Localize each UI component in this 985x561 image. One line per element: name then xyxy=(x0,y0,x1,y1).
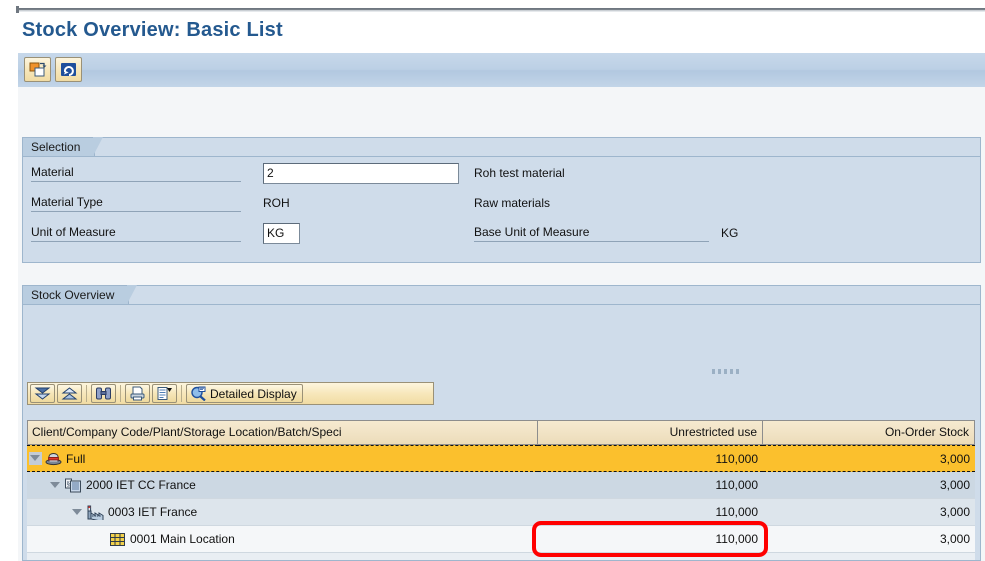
cell-unrestricted-use: 110,000 xyxy=(538,499,763,526)
expander-icon[interactable] xyxy=(71,506,84,519)
print-button[interactable] xyxy=(125,384,150,403)
expand-all-button[interactable] xyxy=(30,384,55,403)
cell-on-order-stock: 3,000 xyxy=(763,472,975,499)
find-button[interactable] xyxy=(91,384,116,403)
column-header-unrestricted-use[interactable]: Unrestricted use xyxy=(538,420,763,445)
page-title: Stock Overview: Basic List xyxy=(22,19,283,41)
refresh-icon xyxy=(60,62,76,76)
cell-hierarchy: Full xyxy=(27,445,538,472)
print-variant-button[interactable] xyxy=(152,384,177,403)
company-code-icon: § xyxy=(65,478,82,493)
stock-overview-legend: Stock Overview xyxy=(22,285,138,304)
plant-icon xyxy=(87,505,104,520)
cell-hierarchy: 0001 Main Location xyxy=(27,526,538,553)
selection-legend: Selection xyxy=(22,137,104,156)
material-type-value: ROH xyxy=(263,196,290,210)
detailed-display-button[interactable]: Detailed Display xyxy=(186,384,303,403)
list-with-arrow-icon xyxy=(157,387,172,400)
table-row[interactable]: 0003 IET France 110,000 3,000 xyxy=(27,499,975,526)
cell-hierarchy: 0003 IET France xyxy=(27,499,538,526)
magnifier-detail-icon xyxy=(191,386,206,401)
printer-icon xyxy=(130,386,145,401)
full-stock-icon xyxy=(45,451,62,466)
cell-on-order-stock xyxy=(763,553,975,560)
collapse-all-button[interactable] xyxy=(57,384,82,403)
unit-of-measure-input[interactable]: KG xyxy=(263,223,300,244)
cell-on-order-stock: 3,000 xyxy=(763,526,975,553)
material-type-label: Material Type xyxy=(31,194,241,212)
unit-of-measure-label: Unit of Measure xyxy=(31,224,241,242)
application-toolbar xyxy=(18,53,985,88)
column-header-on-order-stock[interactable]: On-Order Stock xyxy=(763,420,975,445)
toolbar-separator xyxy=(181,385,182,402)
cell-hierarchy xyxy=(27,553,538,560)
alv-grid-toolbar: Detailed Display xyxy=(27,382,434,405)
expander-icon[interactable] xyxy=(29,452,42,465)
header-separator xyxy=(16,6,985,13)
cell-unrestricted-use xyxy=(538,553,763,560)
expander-icon[interactable] xyxy=(49,479,62,492)
row-label: Full xyxy=(66,451,86,466)
base-unit-of-measure-label: Base Unit of Measure xyxy=(474,224,709,242)
material-input[interactable]: 2 xyxy=(263,163,459,184)
storage-location-icon xyxy=(109,532,126,547)
cell-unrestricted-use: 110,000 xyxy=(538,526,763,553)
cell-on-order-stock: 3,000 xyxy=(763,499,975,526)
table-row[interactable]: § 2000 IET CC France 110,000 3,000 xyxy=(27,472,975,499)
row-label: 2000 IET CC France xyxy=(86,478,196,492)
refresh-button[interactable] xyxy=(55,57,82,82)
toolbar-separator xyxy=(120,385,121,402)
collapse-up-icon xyxy=(61,387,78,400)
cell-hierarchy: § 2000 IET CC France xyxy=(27,472,538,499)
splitter-handle[interactable] xyxy=(712,369,742,374)
table-row[interactable]: 0001 Main Location 110,000 3,000 xyxy=(27,526,975,553)
selection-group: Selection Material 2 Roh test material M… xyxy=(22,137,981,263)
cell-on-order-stock: 3,000 xyxy=(763,445,975,472)
grid-header-row: Client/Company Code/Plant/Storage Locati… xyxy=(27,420,975,445)
new-window-icon xyxy=(29,62,46,76)
material-label: Material xyxy=(31,164,241,182)
sap-stock-overview-screen: Stock Overview: Basic List Selection Mat… xyxy=(0,0,985,561)
row-label: 0003 IET France xyxy=(108,505,198,519)
stock-overview-grid: Client/Company Code/Plant/Storage Locati… xyxy=(27,420,975,561)
table-row[interactable]: Full 110,000 3,000 xyxy=(27,445,975,472)
svg-text:§: § xyxy=(67,480,71,488)
toolbar-separator xyxy=(86,385,87,402)
table-row[interactable] xyxy=(27,553,975,560)
cell-unrestricted-use: 110,000 xyxy=(538,445,763,472)
column-header-hierarchy[interactable]: Client/Company Code/Plant/Storage Locati… xyxy=(27,420,538,445)
material-type-description: Raw materials xyxy=(474,196,551,210)
base-unit-of-measure-value: KG xyxy=(721,226,739,240)
binoculars-icon xyxy=(96,387,111,400)
detailed-display-label: Detailed Display xyxy=(210,386,297,401)
expand-down-icon xyxy=(34,387,51,400)
row-label: 0001 Main Location xyxy=(130,532,235,546)
material-description: Roh test material xyxy=(474,166,565,180)
new-session-button[interactable] xyxy=(24,57,51,82)
cell-unrestricted-use: 110,000 xyxy=(538,472,763,499)
